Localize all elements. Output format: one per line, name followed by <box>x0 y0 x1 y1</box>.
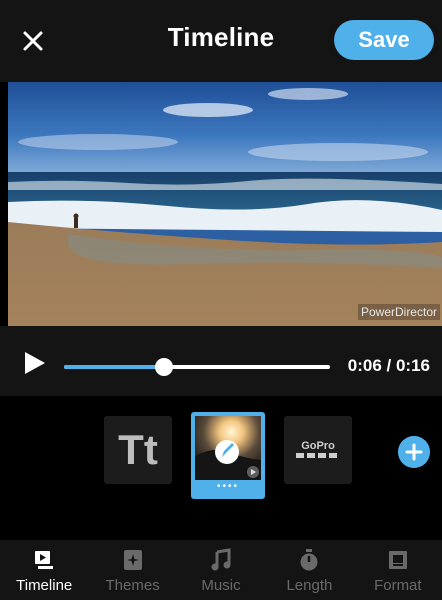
tab-format-label: Format <box>374 577 422 594</box>
title-clip-label: Tt <box>118 426 158 473</box>
video-preview[interactable]: PowerDirector <box>8 82 442 326</box>
bottom-nav: Timeline Themes Music Length Format <box>0 540 442 600</box>
save-button[interactable]: Save <box>334 20 434 60</box>
time-display: 0:06 / 0:16 <box>347 356 430 375</box>
format-icon <box>388 551 407 569</box>
seek-progress <box>64 365 164 369</box>
top-bar: Timeline Save <box>0 0 442 82</box>
stopwatch-icon <box>300 549 318 571</box>
clip-thumbnail <box>195 416 261 480</box>
tab-themes[interactable]: Themes <box>88 540 176 600</box>
svg-text:GoPro: GoPro <box>301 440 335 452</box>
tab-themes-label: Themes <box>105 577 160 594</box>
playback-bar: 0:06 / 0:16 <box>0 326 442 396</box>
title-clip[interactable]: Tt <box>104 416 172 484</box>
tab-length-label: Length <box>286 577 333 594</box>
music-note-icon <box>211 548 231 571</box>
tab-length[interactable]: Length <box>265 540 353 600</box>
tab-format[interactable]: Format <box>354 540 442 600</box>
add-clip-icon[interactable] <box>398 436 430 468</box>
beach-scene-image <box>8 82 442 326</box>
seek-handle[interactable] <box>154 358 173 376</box>
clip-drag-handle[interactable]: •••• <box>191 481 265 492</box>
clip-strip: Tt •••• GoPro <box>0 396 442 540</box>
gopro-outro-clip[interactable]: GoPro <box>284 416 352 484</box>
watermark: PowerDirector <box>357 304 440 320</box>
timeline-icon <box>35 551 54 569</box>
gopro-logo: GoPro <box>296 440 337 458</box>
tab-music-label: Music <box>201 577 241 594</box>
selected-video-clip[interactable]: •••• <box>191 412 265 499</box>
themes-icon <box>123 550 142 570</box>
seek-track[interactable] <box>64 365 330 369</box>
tab-music[interactable]: Music <box>177 540 265 600</box>
play-icon[interactable] <box>22 350 48 376</box>
tab-timeline[interactable]: Timeline <box>0 540 88 600</box>
tab-timeline-label: Timeline <box>16 577 73 594</box>
